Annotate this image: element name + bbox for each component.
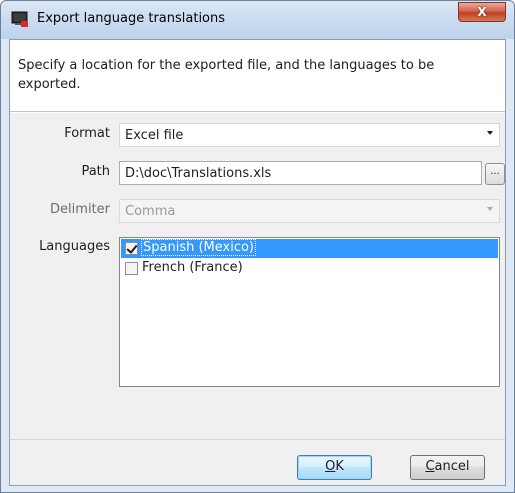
form-area: Format Excel file Path D:\doc\Translatio…: [10, 113, 505, 439]
dialog-client-area: Specify a location for the exported file…: [9, 39, 506, 486]
window-title: Export language translations: [37, 11, 226, 26]
browse-button[interactable]: ...: [485, 163, 505, 185]
title-bar[interactable]: Export language translations X: [1, 1, 514, 39]
cancel-mnemonic: C: [425, 459, 435, 474]
delimiter-value: Comma: [125, 204, 176, 219]
chevron-down-icon: [487, 207, 493, 211]
chevron-down-icon: [487, 131, 493, 135]
language-item-label: French (France): [142, 260, 243, 275]
instruction-text: Specify a location for the exported file…: [18, 58, 435, 92]
path-label: Path: [81, 164, 110, 179]
french-france-checkbox[interactable]: [125, 262, 138, 275]
delimiter-dropdown[interactable]: Comma: [119, 199, 500, 223]
dialog-window: Export language translations X Specify a…: [0, 0, 515, 493]
languages-label: Languages: [39, 239, 110, 254]
cancel-button[interactable]: Cancel: [410, 455, 485, 480]
monitor-app-icon: [11, 11, 28, 27]
languages-list[interactable]: Spanish (Mexico) French (France): [119, 237, 500, 387]
cancel-label: ancel: [434, 459, 470, 474]
language-item-spanish-mexico[interactable]: Spanish (Mexico): [121, 239, 498, 258]
button-bar: OK Cancel: [10, 439, 505, 485]
language-item-label: Spanish (Mexico): [141, 239, 257, 256]
format-label: Format: [64, 126, 110, 141]
format-value: Excel file: [125, 128, 184, 143]
instruction-panel: Specify a location for the exported file…: [10, 40, 505, 112]
close-icon: X: [477, 5, 487, 19]
close-button[interactable]: X: [458, 2, 506, 22]
ok-mnemonic: O: [325, 459, 336, 474]
ellipsis-icon: ...: [490, 166, 500, 177]
format-dropdown[interactable]: Excel file: [119, 123, 500, 147]
language-item-french-france[interactable]: French (France): [121, 259, 498, 278]
path-input[interactable]: D:\doc\Translations.xls: [119, 161, 482, 185]
delimiter-label: Delimiter: [50, 202, 110, 217]
ok-button[interactable]: OK: [297, 455, 372, 480]
path-value: D:\doc\Translations.xls: [125, 166, 272, 181]
spanish-mexico-checkbox[interactable]: [125, 242, 138, 255]
ok-label: K: [335, 459, 344, 474]
